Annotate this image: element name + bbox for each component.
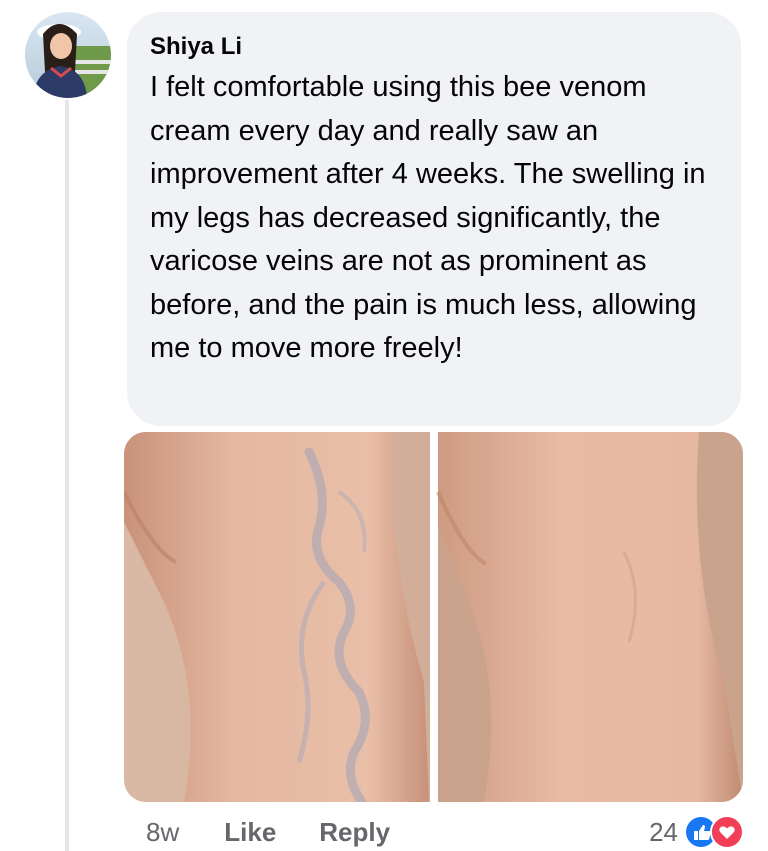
comment-bubble: Shiya Li I felt comfortable using this b… (127, 12, 741, 426)
like-button[interactable]: Like (224, 817, 276, 848)
comment: Shiya Li I felt comfortable using this b… (0, 0, 768, 851)
reactions-summary[interactable]: 24 (649, 812, 744, 851)
love-icon (710, 815, 744, 849)
comment-timestamp[interactable]: 8w (146, 817, 179, 848)
reaction-count: 24 (649, 816, 678, 847)
comment-photo[interactable] (124, 432, 743, 802)
author-name[interactable]: Shiya Li (150, 32, 719, 62)
avatar[interactable] (25, 12, 111, 98)
thread-line (65, 100, 69, 851)
comment-actions: 8w Like Reply (146, 814, 433, 850)
reply-button[interactable]: Reply (319, 817, 390, 848)
comment-text: I felt comfortable using this bee venom … (150, 71, 706, 364)
